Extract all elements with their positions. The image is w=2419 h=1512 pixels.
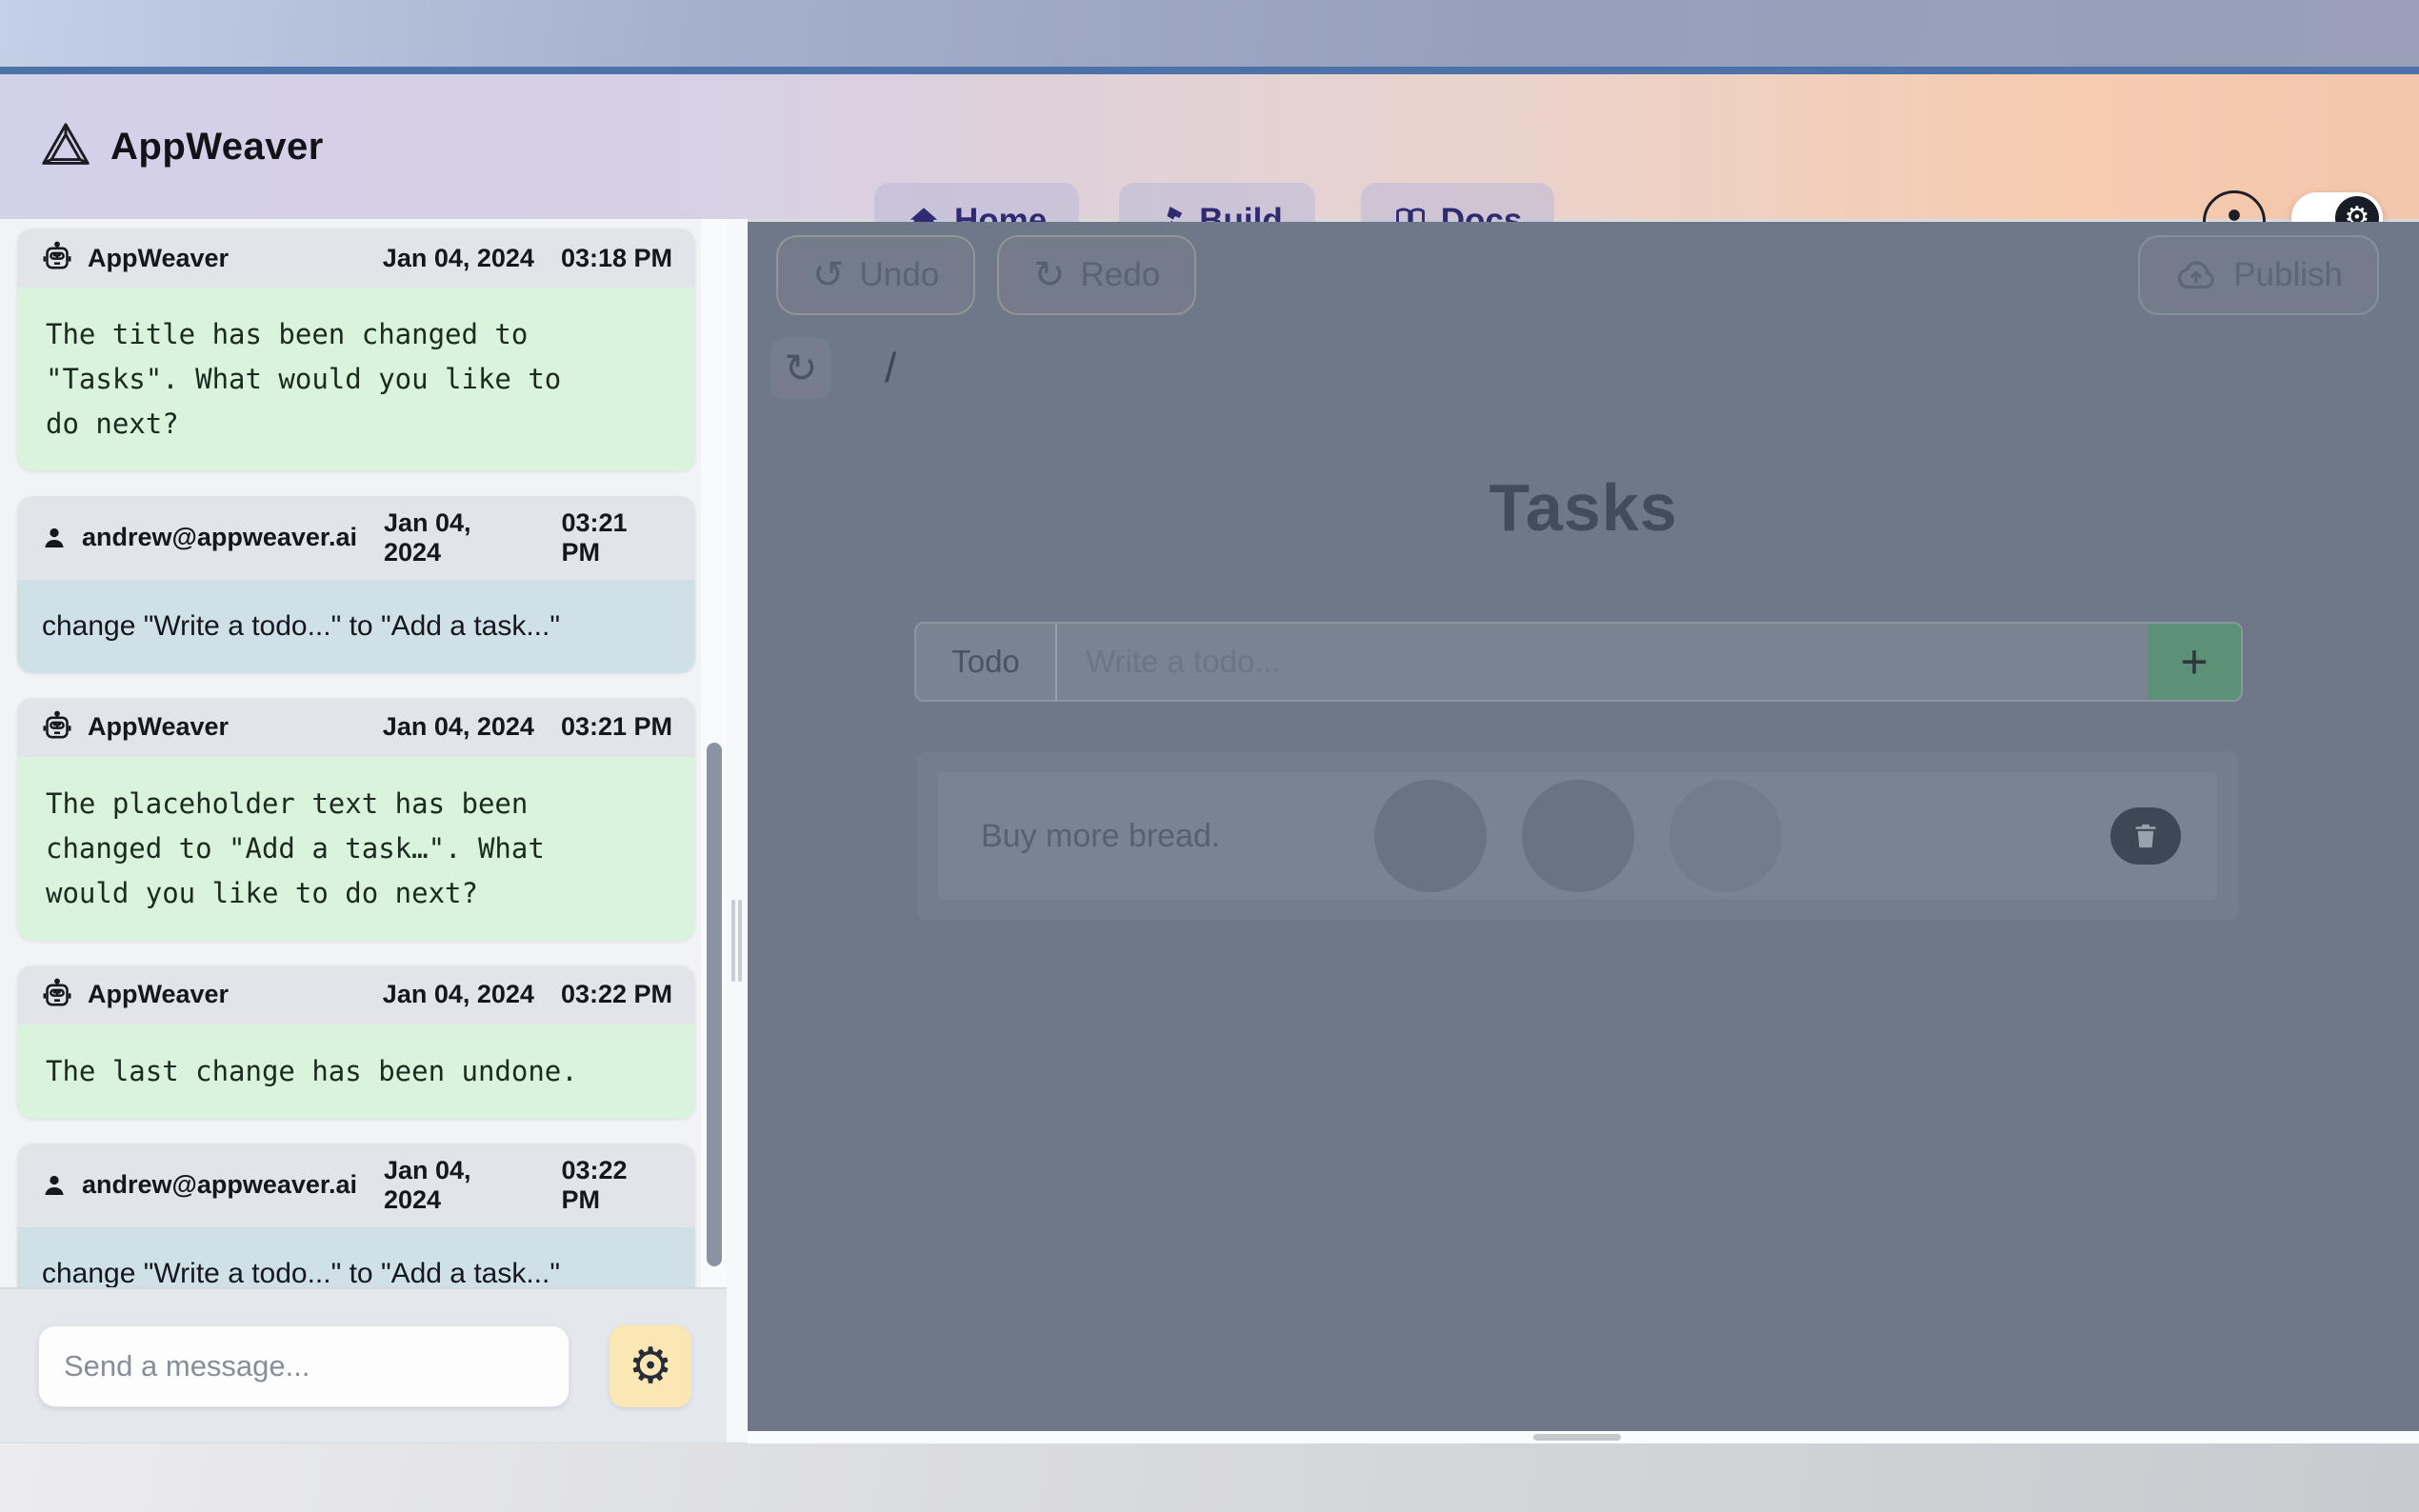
app-header: AppWeaver Home Build Docs ⚙ (0, 74, 2419, 259)
status-dot (1522, 780, 1634, 892)
desktop-top-strip (0, 0, 2419, 67)
message-date: Jan 04, 2024 (382, 712, 534, 742)
appweaver-logo-icon (36, 117, 95, 176)
person-icon (40, 1171, 69, 1200)
undo-button[interactable]: ↺ Undo (776, 235, 976, 315)
refresh-icon: ↻ (784, 345, 818, 391)
status-dot (1374, 780, 1487, 892)
chat-message-user: andrew@appweaver.ai Jan 04, 2024 03:21 P… (17, 495, 695, 673)
message-date: Jan 04, 2024 (383, 1155, 471, 1214)
message-sender: AppWeaver (88, 243, 230, 272)
chat-message-input[interactable] (38, 1325, 570, 1407)
message-time: 03:21 PM (561, 507, 628, 567)
preview-path: / (885, 345, 897, 391)
robot-icon (40, 241, 74, 275)
app-preview-pane: ↺ Undo ↻ Redo Publish ↻ / Tasks Todo Wri… (748, 222, 2419, 1431)
message-header: AppWeaver Jan 04, 2024 03:22 PM (17, 965, 695, 1025)
chat-scrollbar-thumb[interactable] (707, 743, 722, 1266)
person-icon (40, 524, 69, 552)
task-list: Buy more bread. (917, 751, 2238, 921)
message-time: 03:18 PM (560, 243, 672, 272)
task-item: Buy more bread. (938, 772, 2217, 900)
message-time: 03:22 PM (560, 980, 672, 1009)
brand-name: AppWeaver (110, 125, 324, 168)
message-header: AppWeaver Jan 04, 2024 03:18 PM (17, 229, 695, 288)
message-time: 03:22 PM (561, 1155, 628, 1214)
message-date: Jan 04, 2024 (382, 243, 534, 272)
chat-message-bot: AppWeaver Jan 04, 2024 03:22 PM The last… (17, 965, 695, 1119)
chat-input-bar: ⚙ (0, 1287, 727, 1442)
message-header: andrew@appweaver.ai Jan 04, 2024 03:21 P… (17, 495, 695, 580)
message-body: The placeholder text has been changed to… (17, 756, 695, 941)
panel-resize-handle[interactable] (727, 219, 748, 1442)
brand: AppWeaver (36, 74, 324, 219)
message-sender: AppWeaver (88, 980, 230, 1009)
redo-button[interactable]: ↻ Redo (997, 235, 1197, 315)
undo-label: Undo (859, 256, 940, 293)
message-body: change "Write a todo..." to "Add a task.… (17, 579, 695, 673)
add-task-button[interactable]: + (2148, 624, 2241, 700)
delete-task-button[interactable] (2110, 807, 2181, 865)
todo-text-input[interactable]: Write a todo... (1057, 624, 2148, 700)
todo-input-row: Todo Write a todo... + (914, 622, 2243, 702)
message-date: Jan 04, 2024 (382, 980, 534, 1009)
message-date: Jan 04, 2024 (383, 507, 471, 567)
redo-icon: ↻ (1033, 253, 1066, 297)
cloud-upload-icon (2174, 253, 2218, 297)
window-top-border (0, 67, 2419, 74)
desktop-bottom-strip (0, 1443, 2419, 1512)
preview-horizontal-scrollbar (748, 1431, 2419, 1443)
preview-app-title: Tasks (1489, 470, 1678, 545)
message-body: The last change has been undone. (17, 1024, 695, 1119)
horizontal-scrollbar-thumb[interactable] (1533, 1434, 1621, 1441)
message-time: 03:21 PM (560, 712, 672, 742)
task-text: Buy more bread. (981, 817, 1221, 854)
message-header: AppWeaver Jan 04, 2024 03:21 PM (17, 697, 695, 757)
message-body: change "Write a todo..." to "Add a task.… (17, 1226, 695, 1287)
status-dot (1669, 780, 1782, 892)
undo-icon: ↺ (812, 253, 845, 297)
chat-message-user: andrew@appweaver.ai Jan 04, 2024 03:22 P… (17, 1143, 695, 1287)
publish-label: Publish (2233, 256, 2343, 293)
resize-grip-line (738, 900, 742, 982)
robot-icon (40, 710, 74, 745)
chat-settings-button[interactable]: ⚙ (610, 1325, 691, 1407)
resize-grip-line (731, 900, 735, 982)
chat-message-bot: AppWeaver Jan 04, 2024 03:18 PM The titl… (17, 229, 695, 471)
refresh-button[interactable]: ↻ (770, 338, 831, 399)
message-header: andrew@appweaver.ai Jan 04, 2024 03:22 P… (17, 1143, 695, 1227)
trash-icon (2129, 820, 2162, 852)
message-sender: andrew@appweaver.ai (82, 1170, 357, 1200)
message-body: The title has been changed to "Tasks". W… (17, 288, 695, 471)
chat-panel: AppWeaver Jan 04, 2024 03:18 PM The titl… (0, 219, 748, 1442)
preview-url-row: ↻ / (770, 338, 896, 399)
chat-message-list: AppWeaver Jan 04, 2024 03:18 PM The titl… (0, 219, 748, 1287)
gear-icon: ⚙ (628, 1338, 673, 1395)
publish-button[interactable]: Publish (2138, 235, 2379, 315)
message-sender: andrew@appweaver.ai (82, 523, 357, 552)
robot-icon (40, 978, 74, 1012)
todo-label: Todo (916, 624, 1057, 700)
redo-label: Redo (1080, 256, 1161, 293)
message-sender: AppWeaver (88, 712, 230, 742)
chat-message-bot: AppWeaver Jan 04, 2024 03:21 PM The plac… (17, 697, 695, 941)
